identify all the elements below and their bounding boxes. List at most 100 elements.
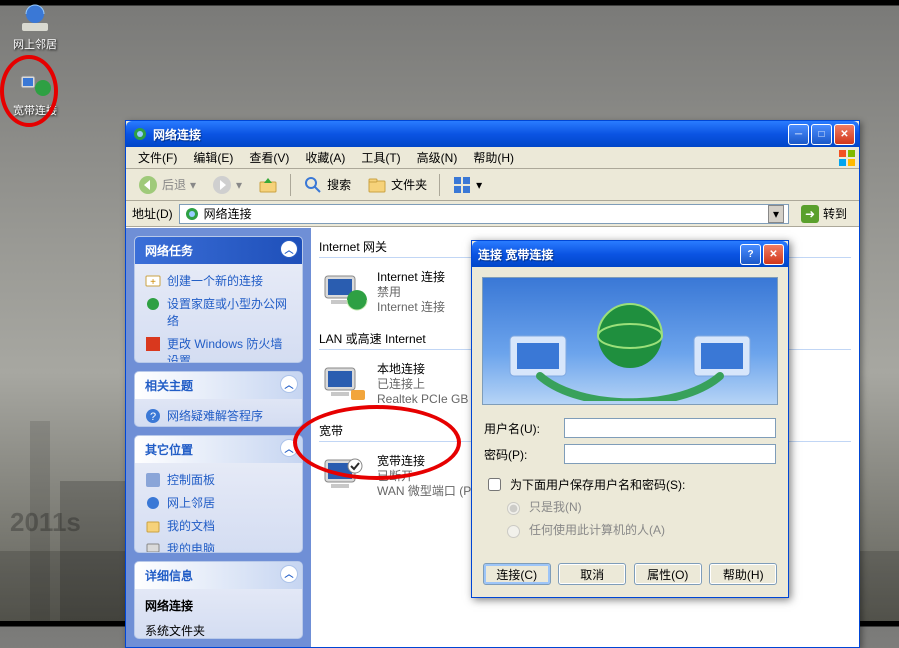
menu-tools[interactable]: 工具(T) [353,147,408,168]
desktop-icon-broadband[interactable]: 宽带连接 [5,68,65,118]
properties-button[interactable]: 属性(O) [634,563,702,585]
back-button[interactable]: 后退 ▾ [132,173,202,197]
lan-icon [321,360,369,408]
folders-button[interactable]: 文件夹 [361,173,433,197]
documents-icon [145,518,161,534]
pane-header-other-places[interactable]: 其它位置 ︿ [135,436,302,463]
menu-help[interactable]: 帮助(H) [465,147,522,168]
connection-sub: Realtek PCIe GB [377,392,468,407]
menu-favorites[interactable]: 收藏(A) [297,147,353,168]
dialog-titlebar[interactable]: 连接 宽带连接 ? ✕ [472,241,788,267]
pane-header-tasks[interactable]: 网络任务 ︿ [135,237,302,264]
menu-file[interactable]: 文件(F) [130,147,185,168]
chevron-down-icon: ▾ [476,178,482,192]
broadband-icon [321,452,369,500]
pane-title: 其它位置 [145,443,193,457]
dialog-illustration [482,277,778,405]
details-name: 网络连接 [145,597,292,614]
collapse-icon: ︿ [280,565,298,583]
pane-header-details[interactable]: 详细信息 ︿ [135,562,302,589]
up-button[interactable] [252,173,284,197]
network-places-icon [19,2,51,34]
task-label: 创建一个新的连接 [167,272,263,289]
connection-name: 本地连接 [377,362,468,377]
password-input[interactable] [564,444,776,464]
place-control-panel[interactable]: 控制面板 [145,471,292,488]
pane-details: 详细信息 ︿ 网络连接 系统文件夹 [134,561,303,639]
row-password: 密码(P): [472,441,788,467]
help-button[interactable]: 帮助(H) [709,563,777,585]
connect-button[interactable]: 连接(C) [483,563,551,585]
related-troubleshoot[interactable]: ? 网络疑难解答程序 [145,407,292,424]
firewall-icon [145,336,161,352]
views-icon [452,175,472,195]
connection-name: Internet 连接 [377,270,445,285]
details-desc: 系统文件夹 [145,622,292,639]
password-label: 密码(P): [484,446,556,463]
address-value: 网络连接 [204,205,764,222]
network-places-icon [145,495,161,511]
place-label: 我的电脑 [167,540,215,553]
place-label: 控制面板 [167,471,215,488]
forward-button[interactable]: ▾ [206,173,248,197]
row-username: 用户名(U): [472,415,788,441]
maximize-button[interactable]: □ [811,124,832,145]
place-network-places[interactable]: 网上邻居 [145,494,292,511]
related-label: 网络疑难解答程序 [167,407,263,424]
username-label: 用户名(U): [484,420,556,437]
pane-header-related[interactable]: 相关主题 ︿ [135,372,302,399]
my-computer-icon [145,541,161,553]
place-label: 网上邻居 [167,494,215,511]
save-scope-radios: 只是我(N) 任何使用此计算机的人(A) [472,496,788,540]
menu-view[interactable]: 查看(V) [241,147,297,168]
menu-edit[interactable]: 编辑(E) [185,147,241,168]
search-button[interactable]: 搜索 [297,173,357,197]
address-label: 地址(D) [132,205,173,222]
collapse-icon: ︿ [280,240,298,258]
save-credentials-checkbox[interactable] [488,478,501,491]
radio-anyone-input[interactable] [507,525,520,538]
chevron-down-icon: ▾ [190,178,196,192]
dialog-button-row: 连接(C) 取消 属性(O) 帮助(H) [472,551,788,597]
radio-me-only: 只是我(N) [502,498,776,515]
up-folder-icon [258,175,278,195]
chevron-down-icon: ▾ [236,178,242,192]
save-credentials-label: 为下面用户保存用户名和密码(S): [510,476,685,493]
radio-me-only-input[interactable] [507,502,520,515]
task-create-connection[interactable]: + 创建一个新的连接 [145,272,292,289]
go-button[interactable]: ➜ 转到 [795,203,853,225]
desktop-icon-label: 网上邻居 [5,36,65,52]
cancel-button[interactable]: 取消 [558,563,626,585]
addressbar: 地址(D) 网络连接 ▾ ➜ 转到 [126,201,859,227]
pane-network-tasks: 网络任务 ︿ + 创建一个新的连接 设置家庭或小型办公网络 更改 Windows… [134,236,303,363]
address-input[interactable]: 网络连接 ▾ [179,204,789,224]
close-button[interactable]: ✕ [834,124,855,145]
dialog-help-button[interactable]: ? [740,244,761,265]
place-my-computer[interactable]: 我的电脑 [145,540,292,553]
pane-other-places: 其它位置 ︿ 控制面板 网上邻居 我的文档 [134,435,303,553]
titlebar[interactable]: 网络连接 ─ □ ✕ [126,121,859,147]
search-label: 搜索 [327,176,351,193]
radio-label: 只是我(N) [529,498,582,515]
desktop-icon-network-places[interactable]: 网上邻居 [5,2,65,52]
folders-icon [367,175,387,195]
minimize-button[interactable]: ─ [788,124,809,145]
back-label: 后退 [162,176,186,193]
go-label: 转到 [823,205,847,222]
menu-advanced[interactable]: 高级(N) [409,147,466,168]
connection-status: 已断开 [377,469,471,484]
username-input[interactable] [564,418,776,438]
row-save-credentials: 为下面用户保存用户名和密码(S): [472,467,788,496]
address-dropdown[interactable]: ▾ [768,205,784,223]
connection-name: 宽带连接 [377,454,471,469]
dialog-close-button[interactable]: ✕ [763,244,784,265]
sidebar: 网络任务 ︿ + 创建一个新的连接 设置家庭或小型办公网络 更改 Windows… [126,228,311,647]
folders-label: 文件夹 [391,176,427,193]
back-arrow-icon [138,175,158,195]
place-my-documents[interactable]: 我的文档 [145,517,292,534]
svg-text:+: + [150,277,156,288]
views-button[interactable]: ▾ [446,173,488,197]
svg-text:2011s: 2011s [10,507,81,537]
task-firewall-settings[interactable]: 更改 Windows 防火墙设置 [145,335,292,363]
task-setup-home-network[interactable]: 设置家庭或小型办公网络 [145,295,292,329]
